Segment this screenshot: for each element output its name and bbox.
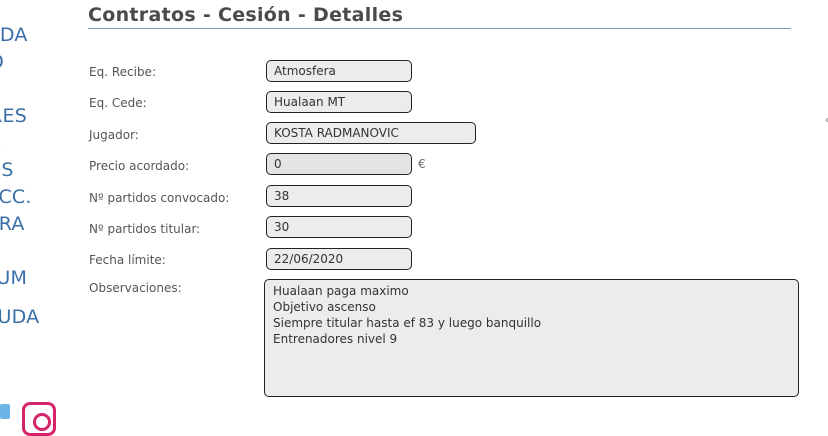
nav-link[interactable]: OS — [0, 130, 66, 157]
nav-link[interactable]: VA — [0, 76, 66, 103]
label-fecha: Fecha límite: — [89, 253, 166, 267]
left-nav: RADA DO VA ORES OS SOS SECC. XTRA DS MIU… — [0, 22, 66, 382]
nav-link-label: RADA — [0, 24, 28, 46]
label-jugador: Jugador: — [89, 128, 139, 142]
eq-recibe-field[interactable]: Atmosfera — [266, 60, 412, 82]
instagram-icon[interactable] — [22, 402, 56, 436]
precio-input[interactable]: 0 — [266, 153, 412, 175]
partidos-titular-field[interactable]: 30 — [266, 216, 412, 238]
nav-link[interactable]: MIUM — [0, 265, 66, 292]
nav-link-news[interactable]: VS — [0, 331, 66, 358]
observaciones-textarea[interactable]: Hualaan paga maximo Objetivo ascenso Sie… — [264, 279, 799, 397]
nav-link[interactable]: ORES — [0, 103, 66, 130]
observaciones-line: Hualaan paga maximo — [273, 284, 409, 298]
currency-symbol: € — [418, 157, 426, 171]
twitter-icon[interactable] — [0, 404, 10, 419]
label-eq-recibe: Eq. Recibe: — [89, 65, 156, 79]
nav-link-label: XTRA — [0, 213, 25, 235]
social-links — [0, 402, 60, 436]
nav-link-label: AYUDA — [0, 306, 40, 328]
nav-link-label: DO — [0, 51, 4, 73]
label-convocado: Nº partidos convocado: — [89, 191, 230, 205]
nav-link[interactable]: XTRA — [0, 211, 66, 238]
fecha-limite-field[interactable]: 22/06/2020 — [266, 248, 412, 270]
partidos-convocado-field[interactable]: 38 — [266, 185, 412, 207]
eq-cede-field[interactable]: Hualaan MT — [266, 91, 412, 113]
nav-link-label: DS — [0, 240, 1, 262]
label-precio: Precio acordado: — [89, 159, 190, 173]
nav-link[interactable]: RADA — [0, 22, 66, 49]
observaciones-line: Objetivo ascenso — [273, 300, 376, 314]
label-observaciones: Observaciones: — [89, 281, 182, 295]
nav-link-label: SOS — [0, 159, 14, 181]
nav-link[interactable]: SECC. — [0, 184, 66, 211]
page-title: Contratos - Cesión - Detalles — [88, 4, 404, 26]
nav-link[interactable]: DS — [0, 238, 66, 265]
label-titular: Nº partidos titular: — [89, 222, 201, 236]
nav-link-label: OS — [0, 132, 1, 154]
label-eq-cede: Eq. Cede: — [89, 96, 147, 110]
observaciones-line: Entrenadores nivel 9 — [273, 332, 398, 346]
observaciones-line: Siempre titular hasta ef 83 y luego banq… — [273, 316, 542, 330]
nav-link-label: SECC. — [0, 186, 32, 208]
nav-link-ayuda[interactable]: AYUDA — [0, 304, 66, 331]
title-divider — [88, 28, 791, 29]
nav-link-label: ORES — [0, 105, 28, 127]
jugador-field[interactable]: KOSTA RADMANOVIC — [266, 122, 476, 144]
nav-link[interactable]: SOS — [0, 157, 66, 184]
nav-link-label: MIUM — [0, 267, 28, 289]
nav-link[interactable]: DO — [0, 49, 66, 76]
